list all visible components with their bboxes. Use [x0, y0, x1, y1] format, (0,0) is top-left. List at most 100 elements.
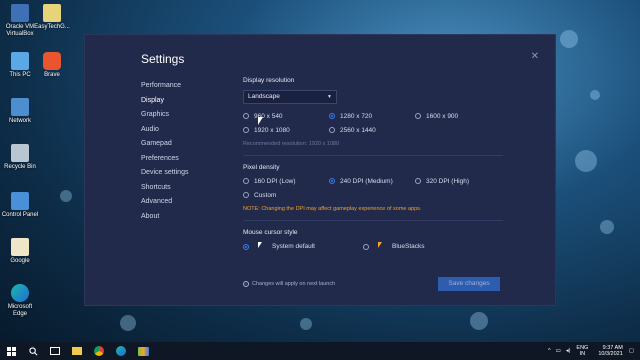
- nav-item-about[interactable]: About: [141, 210, 188, 225]
- resolution-option-1920x1080[interactable]: 1920 x 1080: [243, 126, 329, 134]
- virtualbox-icon: [11, 4, 29, 22]
- bokeh-dot: [560, 30, 578, 48]
- desktop-icon-easytech[interactable]: EasyTechG...: [32, 4, 72, 31]
- divider: [243, 220, 503, 221]
- file-explorer-button[interactable]: [66, 342, 88, 360]
- clock-date: 10/3/2021: [598, 351, 623, 357]
- dpi-option-320[interactable]: 320 DPI (High): [415, 177, 501, 185]
- nav-item-graphics[interactable]: Graphics: [141, 108, 188, 123]
- desktop-icon-google[interactable]: Google: [0, 238, 40, 265]
- pixel-density-label: Pixel density: [243, 164, 280, 171]
- cursor-option-bluestacks[interactable]: BlueStacks: [363, 242, 483, 251]
- option-label: 1280 x 720: [340, 112, 373, 120]
- desktop-icon-recycle-bin[interactable]: Recycle Bin: [0, 144, 40, 171]
- divider: [243, 155, 503, 156]
- info-icon: i: [243, 281, 249, 287]
- settings-window: Settings ✕ Performance Display Graphics …: [84, 34, 556, 306]
- desktop-icon-edge[interactable]: Microsoft Edge: [0, 284, 40, 318]
- edge-icon: [116, 346, 126, 356]
- resolution-option-2560x1440[interactable]: 2560 x 1440: [329, 126, 415, 134]
- search-icon: [28, 346, 37, 355]
- mouse-cursor-label: Mouse cursor style: [243, 229, 298, 236]
- cursor-option-system-default[interactable]: System default: [243, 242, 363, 251]
- resolution-option-1600x900[interactable]: 1600 x 900: [415, 112, 501, 120]
- nav-item-device-settings[interactable]: Device settings: [141, 166, 188, 181]
- nav-item-display[interactable]: Display: [141, 94, 188, 109]
- nav-item-performance[interactable]: Performance: [141, 79, 188, 94]
- task-view-button[interactable]: [44, 342, 66, 360]
- save-changes-button[interactable]: Save changes: [438, 277, 500, 291]
- radio-icon: [415, 113, 421, 119]
- bokeh-dot: [60, 190, 72, 202]
- system-cursor-icon: [258, 242, 266, 251]
- bokeh-dot: [120, 315, 136, 331]
- bluestacks-icon: [137, 346, 149, 356]
- chrome-button[interactable]: [88, 342, 110, 360]
- chrome-icon: [94, 346, 104, 356]
- bokeh-dot: [300, 318, 312, 330]
- nav-item-gamepad[interactable]: Gamepad: [141, 137, 188, 152]
- lang-bottom: IN: [579, 351, 586, 357]
- brave-icon: [43, 52, 61, 70]
- taskbar: ^ ▭ ◂) ENG IN 9:37 AM 10/3/2021 ▢: [0, 342, 640, 360]
- bokeh-dot: [590, 90, 600, 100]
- radio-icon: [329, 127, 335, 133]
- clock[interactable]: 9:37 AM 10/3/2021: [598, 345, 622, 358]
- desktop-icon-network[interactable]: Network: [0, 98, 40, 125]
- option-label: 1920 x 1080: [254, 126, 290, 134]
- task-view-icon: [50, 347, 60, 355]
- nav-item-audio[interactable]: Audio: [141, 123, 188, 138]
- radio-selected-icon: [329, 178, 335, 184]
- radio-icon: [243, 113, 249, 119]
- nav-item-shortcuts[interactable]: Shortcuts: [141, 181, 188, 196]
- input-language[interactable]: ENG IN: [576, 345, 588, 357]
- radio-icon: [363, 243, 369, 250]
- option-label: 2560 x 1440: [340, 126, 376, 134]
- radio-icon: [243, 178, 249, 184]
- edge-button[interactable]: [110, 342, 132, 360]
- recycle-bin-icon: [11, 144, 29, 162]
- option-label: BlueStacks: [392, 243, 425, 250]
- apply-note: i Changes will apply on next launch: [243, 281, 335, 287]
- folder-icon: [72, 347, 82, 355]
- notifications-icon[interactable]: ▢: [629, 348, 634, 354]
- resolution-option-960x540[interactable]: 960 x 540: [243, 112, 329, 120]
- orientation-value: Landscape: [248, 93, 280, 100]
- bokeh-dot: [470, 312, 488, 330]
- settings-title: Settings: [141, 52, 185, 66]
- radio-icon: [415, 178, 421, 184]
- bluestacks-taskbar-button[interactable]: [132, 342, 154, 360]
- computer-icon: [11, 52, 29, 70]
- volume-icon[interactable]: ◂): [566, 348, 571, 354]
- file-icon: [11, 238, 29, 256]
- caret-down-icon: ▼: [327, 94, 332, 100]
- network-status-icon[interactable]: ▭: [556, 348, 561, 354]
- resolution-option-1280x720[interactable]: 1280 x 720: [329, 112, 415, 120]
- radio-icon: [243, 127, 249, 133]
- radio-selected-icon: [329, 113, 335, 119]
- search-button[interactable]: [22, 342, 44, 360]
- nav-item-preferences[interactable]: Preferences: [141, 152, 188, 167]
- desktop-icon-label: EasyTechG...: [34, 24, 70, 30]
- bluestacks-cursor-icon: [378, 242, 386, 251]
- system-tray: ^ ▭ ◂) ENG IN 9:37 AM 10/3/2021 ▢: [548, 342, 634, 360]
- dpi-note: NOTE: Changing the DPI may affect gamepl…: [243, 206, 422, 212]
- desktop-icon-control-panel[interactable]: Control Panel: [0, 192, 40, 219]
- dpi-option-custom[interactable]: Custom: [243, 191, 329, 199]
- nav-item-advanced[interactable]: Advanced: [141, 195, 188, 210]
- bokeh-dot: [575, 150, 597, 172]
- close-icon[interactable]: ✕: [531, 51, 539, 62]
- desktop-icon-label: Control Panel: [1, 212, 39, 218]
- desktop-icon-brave[interactable]: Brave: [32, 52, 72, 79]
- desktop-icon-label: Network: [8, 118, 31, 124]
- desktop-icon-label: Recycle Bin: [4, 164, 36, 170]
- chevron-up-icon[interactable]: ^: [548, 348, 551, 354]
- dpi-options: 160 DPI (Low) 240 DPI (Medium) 320 DPI (…: [243, 177, 503, 199]
- windows-icon: [6, 346, 16, 356]
- display-resolution-label: Display resolution: [243, 77, 295, 84]
- orientation-dropdown[interactable]: Landscape ▼: [243, 90, 337, 104]
- option-label: 320 DPI (High): [426, 177, 469, 185]
- dpi-option-240[interactable]: 240 DPI (Medium): [329, 177, 415, 185]
- start-button[interactable]: [0, 342, 22, 360]
- dpi-option-160[interactable]: 160 DPI (Low): [243, 177, 329, 185]
